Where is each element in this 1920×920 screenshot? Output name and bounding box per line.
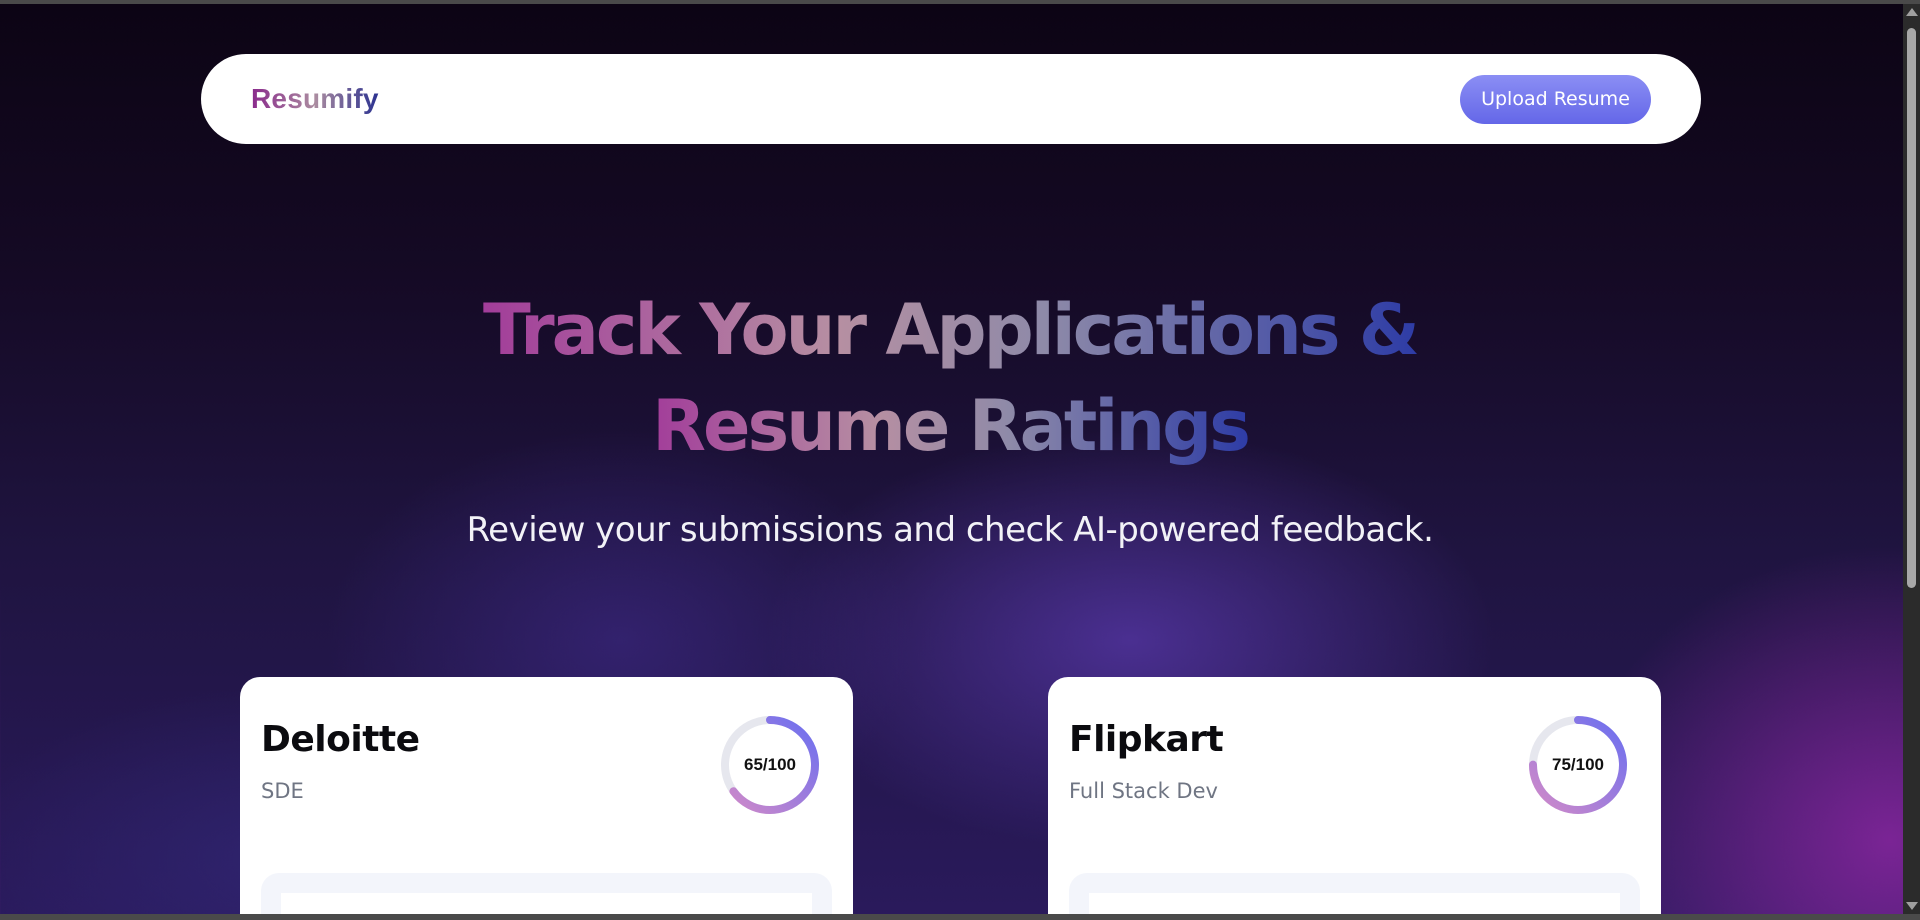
resume-preview-frame[interactable] [1069, 873, 1640, 920]
score-value: 65/100 [744, 755, 796, 774]
score-ring: 65/100 [719, 714, 821, 816]
hero-title-line-1: Track Your Applications & [483, 282, 1420, 378]
job-role: Full Stack Dev [1069, 779, 1218, 803]
upload-resume-button[interactable]: Upload Resume [1460, 74, 1651, 124]
hero-title-line-2: Resume Ratings [652, 378, 1251, 474]
job-role: SDE [261, 779, 304, 803]
navbar: Resumify Upload Resume [201, 54, 1701, 144]
vertical-scrollbar[interactable] [1903, 4, 1920, 914]
chevron-down-icon[interactable] [1906, 902, 1918, 910]
score-value: 75/100 [1552, 755, 1604, 774]
company-name: Flipkart [1069, 719, 1224, 760]
hero-subtitle: Review your submissions and check AI-pow… [466, 510, 1434, 550]
chevron-up-icon[interactable] [1906, 8, 1918, 16]
hero-title: Track Your Applications & Resume Ratings [400, 282, 1500, 474]
resume-preview-frame[interactable] [261, 873, 832, 920]
score-ring: 75/100 [1527, 714, 1629, 816]
window-bottom-border [0, 914, 1920, 920]
resume-card-flipkart[interactable]: Flipkart Full Stack Dev 75/100 [1048, 677, 1661, 920]
window-top-border [0, 0, 1920, 4]
scrollbar-thumb[interactable] [1907, 28, 1916, 588]
company-name: Deloitte [261, 719, 420, 760]
resume-card-deloitte[interactable]: Deloitte SDE 65/100 [240, 677, 853, 920]
logo[interactable]: Resumify [251, 83, 379, 115]
